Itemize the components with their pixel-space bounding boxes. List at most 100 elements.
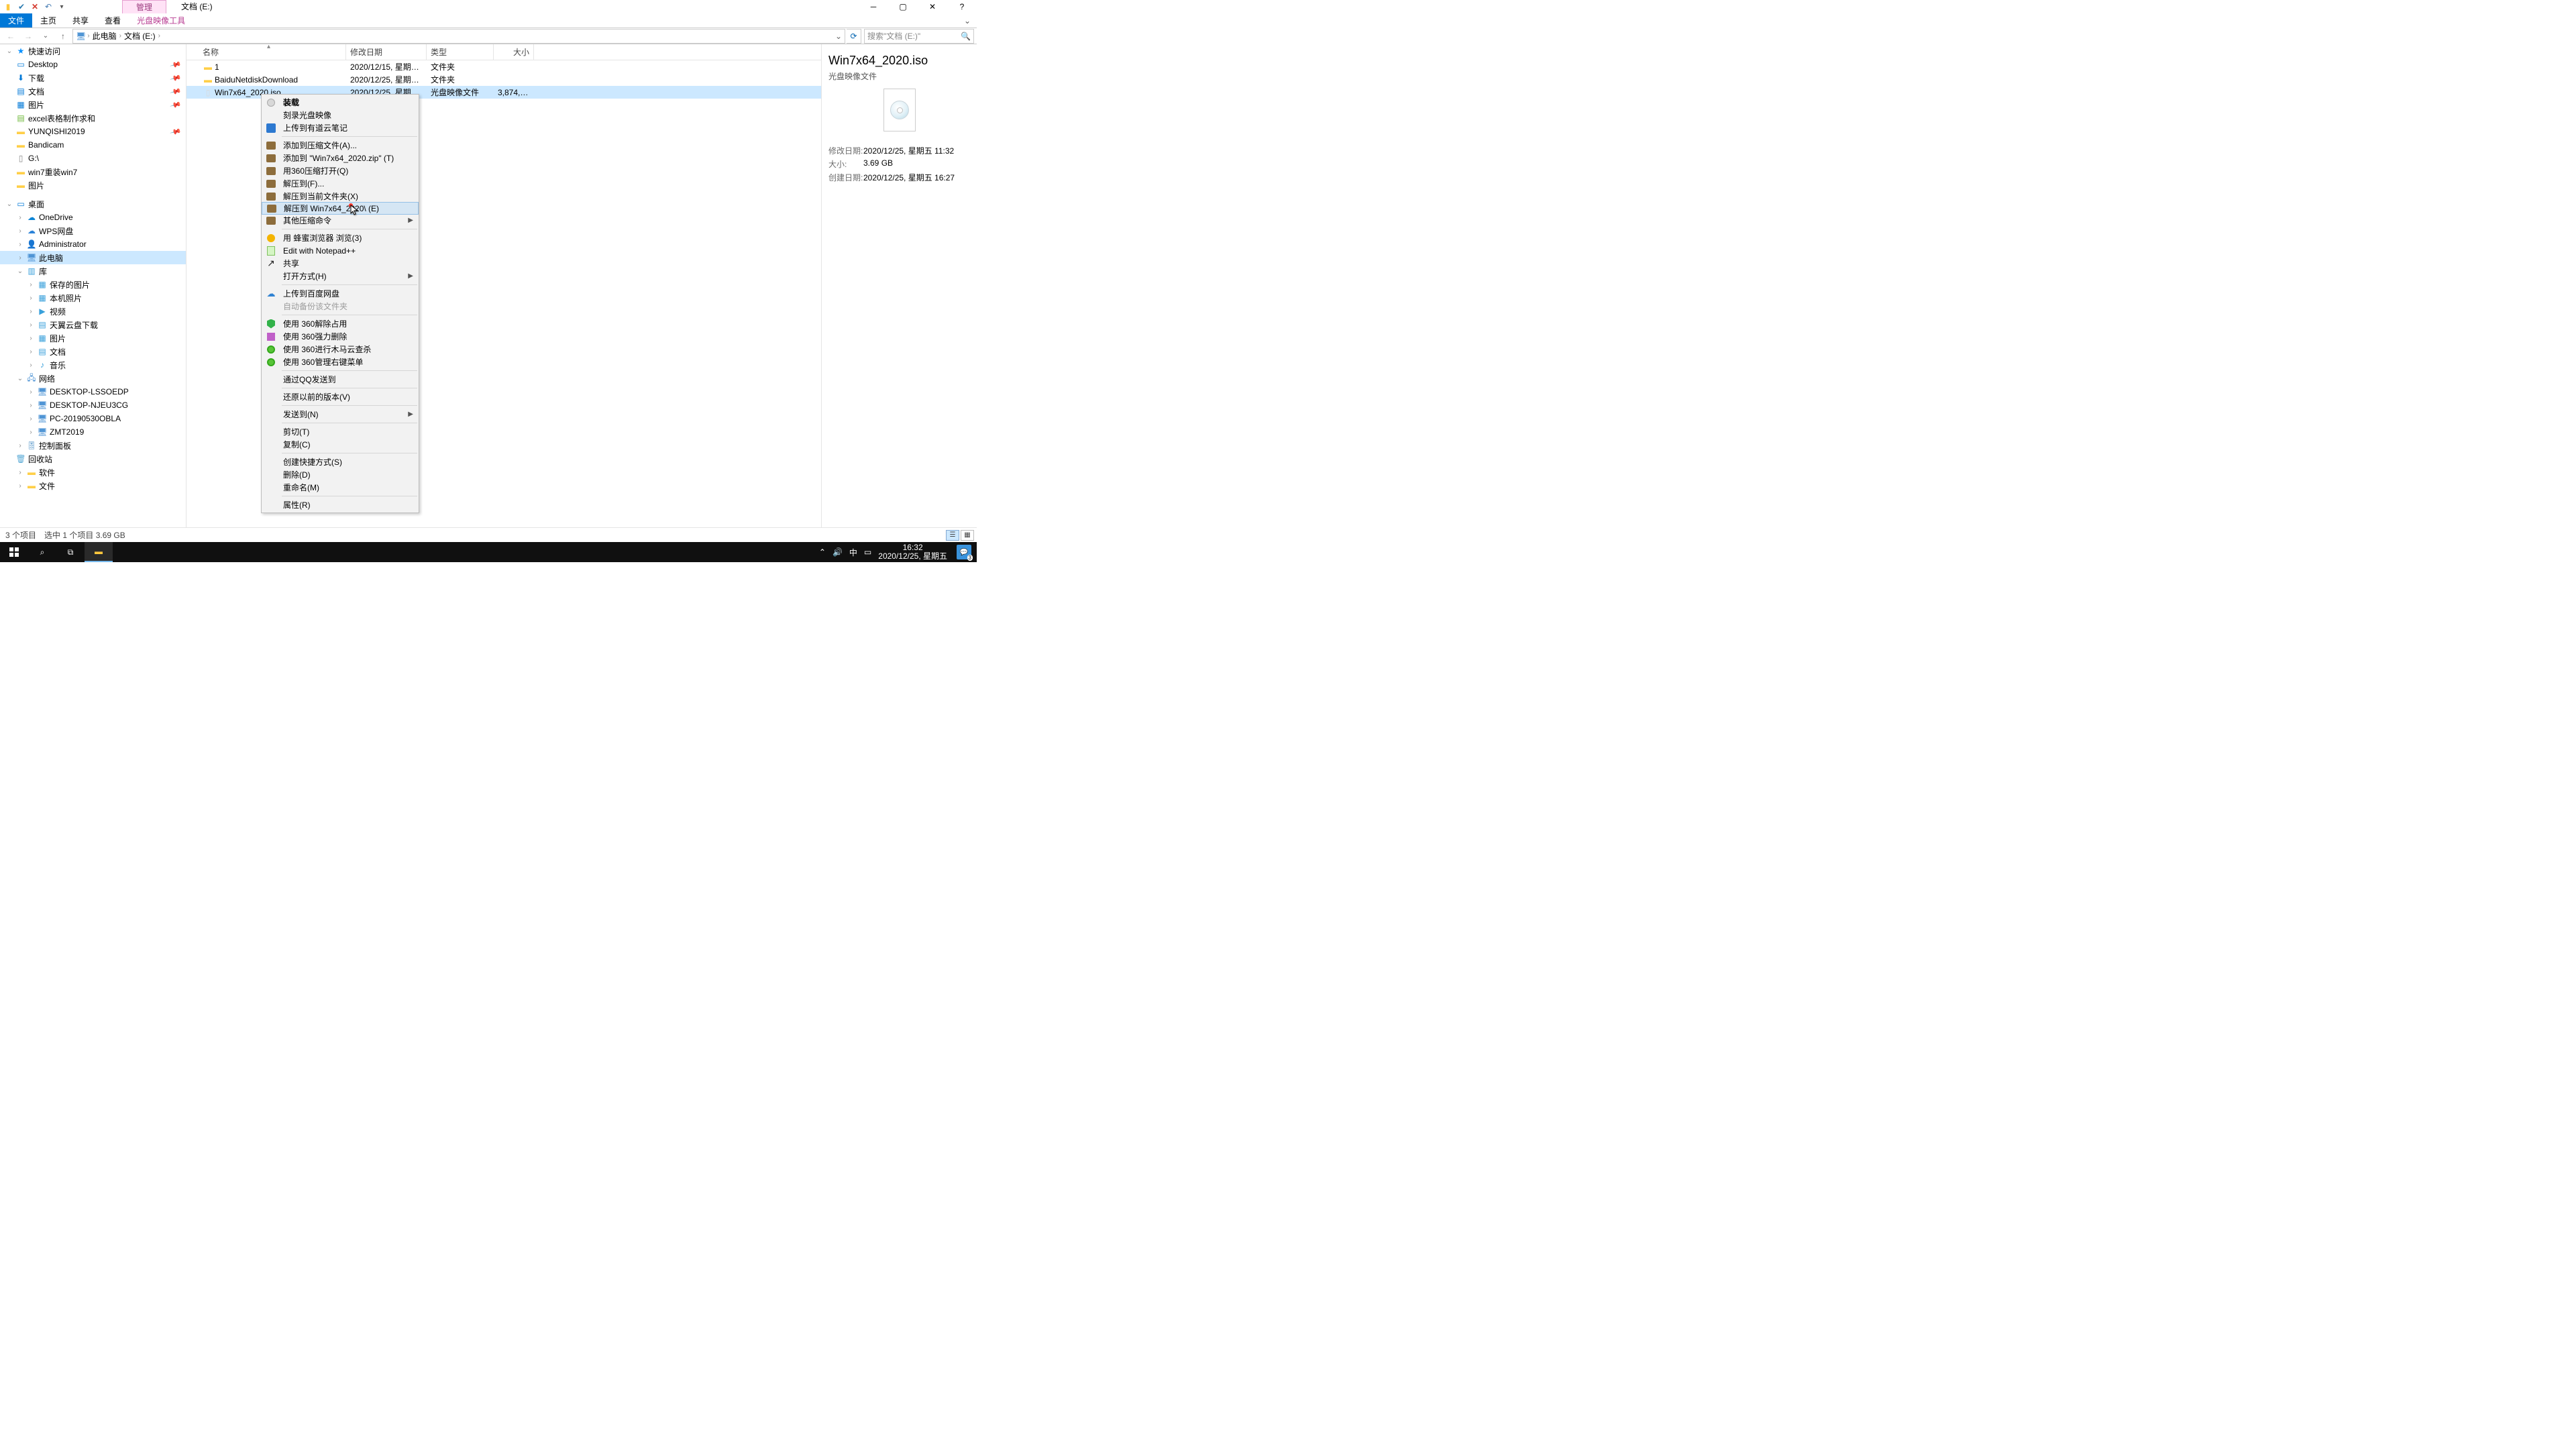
file-row[interactable]: ▬12020/12/15, 星期二 1...文件夹 — [186, 60, 821, 73]
action-center-button[interactable]: 💬3 — [957, 545, 971, 559]
menu-item[interactable]: 使用 360解除占用 — [262, 317, 419, 330]
menu-item[interactable]: 其他压缩命令▶ — [262, 214, 419, 227]
menu-item[interactable]: 发送到(N)▶ — [262, 408, 419, 421]
tab-file[interactable]: 文件 — [0, 13, 32, 28]
tree-control-panel[interactable]: ›🎚控制面板 — [0, 439, 186, 452]
tree-quick-access[interactable]: ⌄★快速访问 — [0, 44, 186, 58]
tree-desktop[interactable]: ⌄▭桌面 — [0, 197, 186, 211]
tree-item[interactable]: ▬win7重装win7 — [0, 165, 186, 178]
menu-item[interactable]: 用 蜂蜜浏览器 浏览(3) — [262, 231, 419, 244]
tree-item[interactable]: ›🖥ZMT2019 — [0, 425, 186, 439]
menu-item[interactable]: 解压到 Win7x64_2020\ (E) — [262, 202, 419, 215]
check-icon[interactable]: ✔ — [16, 1, 27, 12]
nav-back-button[interactable]: ← — [3, 29, 19, 44]
task-view-button[interactable]: ⧉ — [56, 542, 85, 562]
tree-item[interactable]: ›☁WPS网盘 — [0, 224, 186, 237]
menu-item[interactable]: 装载 — [262, 96, 419, 109]
menu-item[interactable]: 剪切(T) — [262, 425, 419, 438]
taskbar-clock[interactable]: 16:32 2020/12/25, 星期五 — [878, 543, 947, 561]
menu-item[interactable]: 重命名(M) — [262, 481, 419, 494]
tree-network[interactable]: ⌄🖧网络 — [0, 372, 186, 385]
tree-item[interactable]: ▬图片 — [0, 178, 186, 192]
menu-item[interactable]: 删除(D) — [262, 468, 419, 481]
tray-overflow-icon[interactable]: ⌃ — [819, 547, 826, 557]
nav-recent-dropdown[interactable]: ⌄ — [38, 29, 54, 44]
undo-icon[interactable]: ↶ — [43, 1, 54, 12]
tree-item[interactable]: ▤excel表格制作求和 — [0, 111, 186, 125]
tree-item[interactable]: ▦图片📌 — [0, 98, 186, 111]
address-dropdown-icon[interactable]: ⌄ — [835, 32, 842, 41]
tree-item[interactable]: ›▦保存的图片 — [0, 278, 186, 291]
taskbar-search-button[interactable]: ⌕ — [28, 542, 56, 562]
breadcrumb[interactable]: 🖥 › 此电脑 › 文档 (E:) › ⌄ — [72, 29, 845, 44]
tree-this-pc[interactable]: ›🖥此电脑 — [0, 251, 186, 264]
menu-item[interactable]: 解压到当前文件夹(X) — [262, 190, 419, 203]
start-button[interactable] — [0, 542, 28, 562]
context-menu[interactable]: 装载刻录光盘映像上传到有道云笔记添加到压缩文件(A)...添加到 "Win7x6… — [261, 94, 419, 513]
tree-recycle-bin[interactable]: 🗑回收站 — [0, 452, 186, 466]
menu-item[interactable]: 解压到(F)... — [262, 177, 419, 190]
menu-item[interactable]: 用360压缩打开(Q) — [262, 164, 419, 177]
menu-item[interactable]: 复制(C) — [262, 438, 419, 451]
close-button[interactable]: ✕ — [918, 0, 947, 13]
column-date[interactable]: 修改日期 — [346, 44, 427, 60]
breadcrumb-segment[interactable]: 此电脑 — [91, 30, 118, 42]
menu-item[interactable]: 打开方式(H)▶ — [262, 270, 419, 282]
tree-item[interactable]: ›🖥PC-20190530OBLA — [0, 412, 186, 425]
nav-up-button[interactable]: ↑ — [55, 29, 71, 44]
view-details-button[interactable]: ☰ — [946, 530, 959, 541]
tree-item[interactable]: ›☁OneDrive — [0, 211, 186, 224]
tree-item[interactable]: ›♪音乐 — [0, 358, 186, 372]
tree-item[interactable]: ›🖥DESKTOP-NJEU3CG — [0, 398, 186, 412]
volume-icon[interactable]: 🔊 — [833, 547, 843, 557]
menu-item[interactable]: 使用 360强力删除 — [262, 330, 419, 343]
menu-item[interactable]: 添加到压缩文件(A)... — [262, 139, 419, 152]
tree-item[interactable]: ›🖥DESKTOP-LSSOEDP — [0, 385, 186, 398]
tree-item[interactable]: ▯G:\ — [0, 152, 186, 165]
refresh-button[interactable]: ⟳ — [847, 29, 861, 44]
tree-item[interactable]: ▭Desktop📌 — [0, 58, 186, 71]
menu-item[interactable]: 还原以前的版本(V) — [262, 390, 419, 403]
ribbon-collapse-icon[interactable]: ⌄ — [958, 13, 977, 28]
flag-icon[interactable]: ▭ — [864, 547, 871, 557]
ime-indicator[interactable]: 中 — [849, 547, 857, 558]
tree-item[interactable]: ›▬文件 — [0, 479, 186, 492]
menu-item[interactable]: 添加到 "Win7x64_2020.zip" (T) — [262, 152, 419, 164]
tree-item[interactable]: ›▬软件 — [0, 466, 186, 479]
tab-home[interactable]: 主页 — [32, 13, 64, 28]
menu-item[interactable]: 通过QQ发送到 — [262, 373, 419, 386]
menu-item[interactable]: ☁上传到百度网盘 — [262, 287, 419, 300]
menu-item[interactable]: Edit with Notepad++ — [262, 244, 419, 257]
tree-item[interactable]: ⬇下载📌 — [0, 71, 186, 85]
menu-item[interactable]: 使用 360管理右键菜单 — [262, 356, 419, 368]
close-red-icon[interactable]: ✕ — [30, 1, 40, 12]
chevron-right-icon[interactable]: › — [87, 32, 89, 40]
tree-item[interactable]: ›▤天翼云盘下载 — [0, 318, 186, 331]
tree-item[interactable]: ›▦图片 — [0, 331, 186, 345]
nav-forward-button[interactable]: → — [20, 29, 36, 44]
taskbar-explorer-button[interactable]: ▬ — [85, 542, 113, 562]
column-size[interactable]: 大小 — [494, 44, 534, 60]
menu-item[interactable]: 属性(R) — [262, 498, 419, 511]
tree-item[interactable]: ▬YUNQISHI2019📌 — [0, 125, 186, 138]
tree-item[interactable]: ›▤文档 — [0, 345, 186, 358]
breadcrumb-segment[interactable]: 文档 (E:) — [123, 30, 157, 42]
column-type[interactable]: 类型 — [427, 44, 494, 60]
navigation-tree[interactable]: ⌄★快速访问 ▭Desktop📌 ⬇下载📌 ▤文档📌 ▦图片📌 ▤excel表格… — [0, 44, 186, 527]
view-large-icons-button[interactable]: ▦ — [961, 530, 974, 541]
menu-item[interactable]: ↗共享 — [262, 257, 419, 270]
help-icon[interactable]: ? — [947, 0, 977, 13]
tree-item[interactable]: ›👤Administrator — [0, 237, 186, 251]
tab-disk-image-tools[interactable]: 光盘映像工具 — [129, 13, 193, 28]
column-name[interactable]: 名称 — [199, 44, 346, 60]
menu-item[interactable]: 使用 360进行木马云查杀 — [262, 343, 419, 356]
tree-item[interactable]: ▤文档📌 — [0, 85, 186, 98]
menu-item[interactable]: 创建快捷方式(S) — [262, 455, 419, 468]
menu-item[interactable]: 刻录光盘映像 — [262, 109, 419, 121]
menu-item[interactable]: 上传到有道云笔记 — [262, 121, 419, 134]
tab-view[interactable]: 查看 — [97, 13, 129, 28]
qat-dropdown-icon[interactable]: ▾ — [56, 1, 67, 12]
maximize-button[interactable]: ▢ — [888, 0, 918, 13]
tree-libraries[interactable]: ⌄▥库 — [0, 264, 186, 278]
minimize-button[interactable]: ─ — [859, 0, 888, 13]
